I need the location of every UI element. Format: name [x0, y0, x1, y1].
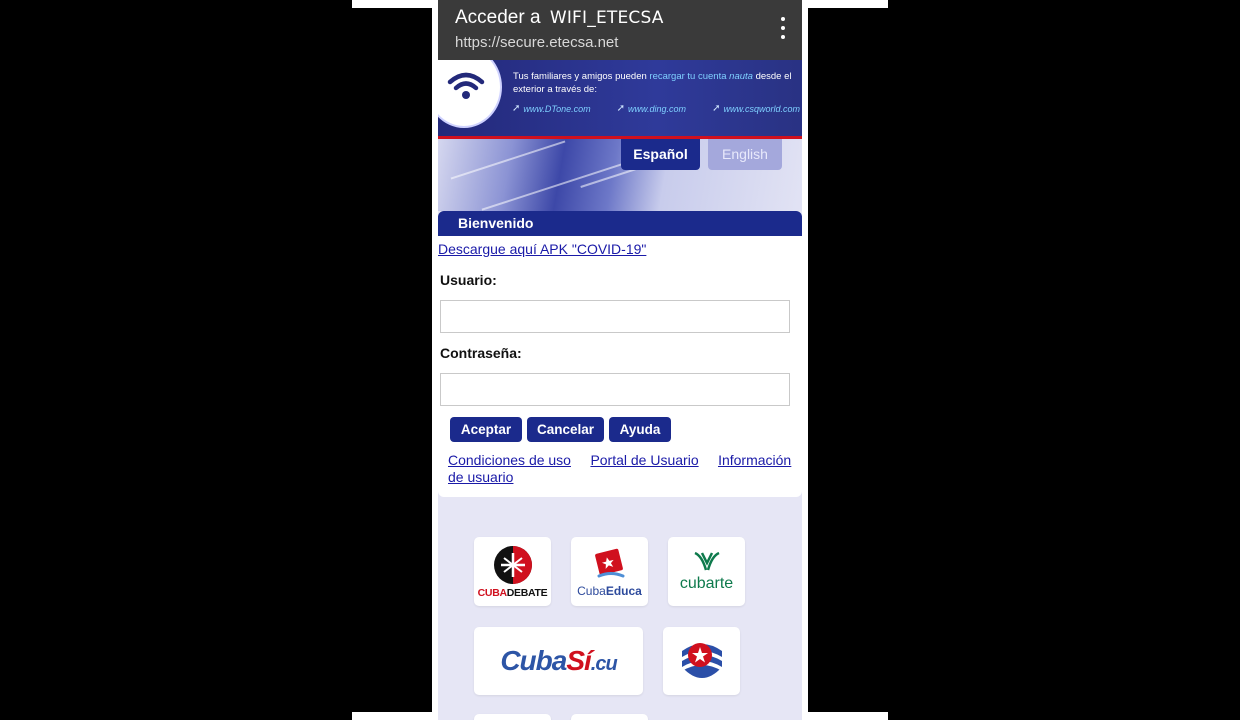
user-portal-link[interactable]: Portal de Usuario	[590, 452, 698, 468]
user-info-link-b: de usuario	[448, 469, 514, 485]
hero-streak	[481, 159, 635, 211]
cubarte-logo-icon	[693, 551, 720, 571]
page-title: Acceder a WIFI_ETECSA	[455, 7, 664, 29]
username-label: Usuario:	[440, 272, 497, 288]
cubaeduca-word-b: Educa	[605, 583, 642, 598]
cubasi-flag-mark: Sí	[566, 645, 591, 676]
cubaeduca-logo-icon	[594, 548, 624, 577]
terms-link[interactable]: Condiciones de uso	[448, 452, 571, 468]
help-button[interactable]: Ayuda	[609, 417, 671, 442]
cubadebate-logo-icon	[493, 545, 532, 584]
cancel-button[interactable]: Cancelar	[527, 417, 604, 442]
banner-message: Tus familiares y amigos pueden recargar …	[513, 71, 798, 96]
password-label: Contraseña:	[440, 345, 522, 361]
cubadebate-word-b: DEBATE	[506, 586, 548, 599]
browser-app-bar: Acceder a WIFI_ETECSA https://secure.ete…	[438, 0, 802, 60]
language-spanish-button[interactable]: Español	[621, 139, 700, 170]
overflow-menu-icon[interactable]	[778, 17, 788, 39]
recharge-banner: Tus familiares y amigos pueden recargar …	[438, 60, 802, 136]
network-ssid: WIFI_ETECSA	[549, 8, 664, 28]
cubarte-wordmark: cubarte	[679, 575, 734, 592]
cubaeduca-word-a: Cuba	[577, 583, 606, 598]
frame-far-right	[888, 8, 1240, 720]
wifi-icon	[447, 72, 485, 99]
site-csqworld-link[interactable]: ➚ www.csqworld.com	[712, 103, 800, 114]
site-dtone-link[interactable]: ➚ www.DTone.com	[512, 103, 591, 114]
phone-screen: Acceder a WIFI_ETECSA https://secure.ete…	[438, 0, 802, 720]
page-url: https://secure.etecsa.net	[455, 34, 619, 51]
footer-links: Condiciones de uso Portal de Usuario Inf…	[448, 452, 793, 486]
cubadebate-word-a: CUBA	[477, 586, 507, 599]
rocket-icon: ➚	[512, 103, 521, 114]
banner-text-c: nauta	[729, 71, 753, 82]
language-english-button[interactable]: English	[708, 139, 782, 170]
hero-streak	[450, 140, 566, 180]
frame-left-panel	[352, 8, 432, 712]
cubasi-wordmark: CubaSí.cu	[500, 645, 618, 677]
rocket-icon: ➚	[616, 103, 626, 114]
apk-download-link[interactable]: Descargue aquí APK "COVID-19"	[438, 241, 646, 257]
site-label: www.DTone.com	[523, 103, 591, 114]
tile-cubadebate[interactable]: CUBADEBATE	[474, 537, 551, 606]
password-input[interactable]	[440, 373, 790, 406]
banner-text-a: Tus familiares y amigos pueden	[513, 71, 647, 82]
tile-cubasi[interactable]: CubaSí.cu	[474, 627, 643, 695]
rocket-icon: ➚	[712, 103, 721, 114]
tile-partial-right[interactable]	[571, 714, 648, 720]
site-label: www.ding.com	[628, 103, 687, 114]
wifi-logo	[438, 60, 502, 128]
cubadebate-wordmark: CUBADEBATE	[478, 587, 548, 599]
tile-partial-left[interactable]	[474, 714, 551, 720]
welcome-header: Bienvenido	[438, 211, 802, 236]
site-ding-link[interactable]: ➚ www.ding.com	[617, 103, 686, 114]
tile-cubarte[interactable]: cubarte	[668, 537, 745, 606]
site-label: www.csqworld.com	[723, 103, 800, 114]
hero-image: Español English	[438, 139, 802, 211]
login-form: Descargue aquí APK "COVID-19" Usuario: C…	[438, 236, 802, 497]
cubaeduca-wordmark: CubaEduca	[577, 584, 642, 598]
accept-button[interactable]: Aceptar	[450, 417, 522, 442]
frame-right-panel	[808, 8, 888, 712]
cubasi-word-a: Cuba	[500, 645, 567, 676]
tile-cubaeduca[interactable]: CubaEduca	[571, 537, 648, 606]
title-prefix: Acceder a	[455, 7, 541, 28]
cubasi-word-b: .cu	[590, 653, 618, 675]
cuba-flag-logo-icon	[681, 643, 722, 678]
user-info-link-a: Información	[718, 452, 792, 468]
banner-text-b: recargar tu cuenta	[649, 71, 727, 82]
banner-sites: ➚ www.DTone.com ➚ www.ding.com ➚ www.csqwor…	[512, 103, 800, 114]
tile-cuba-flag-site[interactable]	[663, 627, 740, 695]
username-input[interactable]	[440, 300, 790, 333]
